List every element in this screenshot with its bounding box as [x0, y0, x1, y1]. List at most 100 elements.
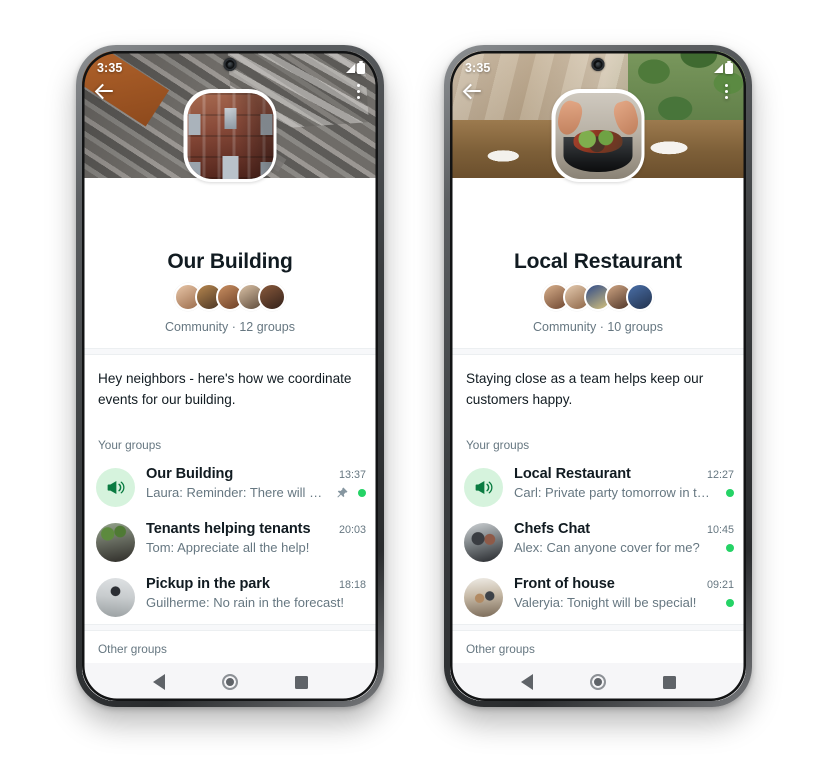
group-name: Our Building — [146, 466, 234, 483]
community-photo[interactable] — [183, 89, 277, 182]
front-camera — [591, 58, 605, 71]
group-row-top: Tenants helping tenants 20:03 — [146, 521, 366, 537]
nav-home-icon[interactable] — [221, 674, 238, 690]
group-name: Tenants helping tenants — [146, 521, 311, 538]
group-row-top: Front of house 09:21 — [514, 576, 734, 592]
battery-icon — [357, 60, 365, 74]
content-scroll-left[interactable]: Our Building Community · 12 groups Hey nei… — [82, 178, 378, 701]
kebab-dot — [724, 95, 728, 99]
group-row[interactable]: Our Building 13:37 Laura: Reminder: There … — [82, 459, 378, 514]
nav-back-icon[interactable] — [520, 674, 533, 690]
kebab-menu-icon[interactable] — [349, 80, 367, 102]
community-meta: Community · 12 groups — [165, 320, 295, 335]
group-timestamp: 20:03 — [338, 524, 366, 537]
community-photo-image — [555, 92, 641, 179]
group-row[interactable]: Pickup in the park 18:18 Guilherme: No rai… — [82, 569, 378, 624]
content-inner: Local Restaurant Community · 10 groups Sta… — [450, 178, 746, 701]
back-arrow-icon[interactable] — [462, 80, 484, 102]
group-row[interactable]: Chefs Chat 10:45 Alex: Can anyone cover fo… — [450, 514, 746, 569]
nav-home-icon[interactable] — [589, 674, 606, 690]
group-row-bottom: Laura: Reminder: There will be … — [146, 485, 366, 500]
announcement-avatar — [464, 468, 503, 508]
group-row-bottom: Valeryia: Tonight will be special! — [514, 595, 734, 610]
nav-recent-icon[interactable] — [294, 675, 308, 689]
kebab-dot — [356, 83, 360, 87]
group-timestamp: 10:45 — [706, 524, 734, 537]
section-divider — [82, 348, 378, 356]
section-divider — [450, 348, 746, 356]
group-avatar — [96, 578, 135, 618]
group-row-top: Local Restaurant 12:27 — [514, 466, 734, 482]
section-divider — [82, 624, 378, 632]
community-photo[interactable] — [551, 89, 645, 182]
group-timestamp: 09:21 — [706, 579, 734, 592]
group-last-message: Tom: Appreciate all the help! — [146, 540, 310, 556]
group-row-top: Pickup in the park 18:18 — [146, 576, 366, 592]
community-description: Staying close as a team helps keep our c… — [450, 355, 746, 428]
group-list: Local Restaurant 12:27 Carl: Private party… — [450, 459, 746, 625]
community-description: Hey neighbors - here's how we coordinate… — [82, 355, 378, 428]
group-last-message: Alex: Can anyone cover for me? — [514, 540, 700, 556]
avatar — [258, 283, 286, 312]
phone-left: 3:35 Our Building Community · 12 groups Hey… — [76, 45, 384, 707]
group-name: Pickup in the park — [146, 576, 270, 593]
group-last-message: Laura: Reminder: There will be … — [146, 485, 327, 501]
signal-icon — [714, 63, 723, 73]
system-nav-bar — [82, 663, 378, 701]
kebab-dot — [356, 89, 360, 93]
group-row-bottom: Alex: Can anyone cover for me? — [514, 540, 734, 555]
community-title: Our Building — [167, 250, 293, 273]
group-last-message: Valeryia: Tonight will be special! — [514, 595, 697, 611]
nav-recent-icon[interactable] — [662, 675, 676, 689]
screenshot-stage: 3:35 Our Building Community · 12 groups Hey… — [0, 0, 828, 758]
system-nav-bar — [450, 663, 746, 701]
group-timestamp: 13:37 — [338, 469, 366, 482]
group-row-body: Local Restaurant 12:27 Carl: Private party… — [503, 466, 734, 500]
group-row-body: Tenants helping tenants 20:03 Tom: Appreci… — [135, 521, 366, 555]
group-row[interactable]: Front of house 09:21 Valeryia: Tonight wil… — [450, 569, 746, 624]
group-list: Our Building 13:37 Laura: Reminder: There … — [82, 459, 378, 625]
kebab-menu-icon[interactable] — [717, 80, 735, 102]
group-row-bottom: Tom: Appreciate all the help! — [146, 540, 366, 555]
group-avatar — [96, 523, 135, 563]
group-row-top: Our Building 13:37 — [146, 466, 366, 482]
camera-lens — [595, 61, 601, 68]
camera-lens — [227, 61, 233, 68]
group-row[interactable]: Local Restaurant 12:27 Carl: Private party… — [450, 459, 746, 514]
section-label-your-groups: Your groups — [450, 427, 746, 460]
group-row-bottom: Guilherme: No rain in the forecast! — [146, 595, 366, 610]
nav-back-icon[interactable] — [152, 674, 165, 690]
group-avatar — [464, 578, 503, 618]
back-arrow-icon[interactable] — [94, 80, 116, 102]
community-profile: Local Restaurant Community · 10 groups — [450, 230, 746, 349]
status-time: 3:35 — [465, 61, 491, 75]
announcement-avatar — [96, 468, 135, 508]
section-divider — [450, 624, 746, 632]
kebab-dot — [356, 95, 360, 99]
phone-screen-left: 3:35 Our Building Community · 12 groups Hey… — [82, 51, 378, 701]
status-time: 3:35 — [97, 61, 123, 75]
community-profile: Our Building Community · 12 groups — [82, 230, 378, 349]
group-row-body: Pickup in the park 18:18 Guilherme: No rai… — [135, 576, 366, 610]
group-name: Front of house — [514, 576, 615, 593]
group-row-body: Front of house 09:21 Valeryia: Tonight wil… — [503, 576, 734, 610]
group-row[interactable]: Tenants helping tenants 20:03 Tom: Appreci… — [82, 514, 378, 569]
kebab-dot — [724, 89, 728, 93]
food-hands — [555, 93, 641, 179]
group-row-top: Chefs Chat 10:45 — [514, 521, 734, 537]
group-avatar — [464, 523, 503, 563]
avatar — [626, 283, 654, 312]
community-photo-inner — [555, 92, 641, 179]
group-row-body: Our Building 13:37 Laura: Reminder: There … — [135, 466, 366, 500]
section-label-other-groups: Other groups — [450, 631, 746, 664]
unread-dot — [725, 488, 734, 498]
member-avatars[interactable] — [450, 283, 746, 312]
pin-icon — [327, 486, 349, 500]
content-scroll-right[interactable]: Local Restaurant Community · 10 groups Sta… — [450, 178, 746, 701]
community-meta: Community · 10 groups — [533, 320, 663, 335]
unread-dot — [725, 598, 734, 608]
group-name: Chefs Chat — [514, 521, 591, 538]
group-timestamp: 18:18 — [338, 579, 366, 592]
community-title: Local Restaurant — [514, 250, 682, 273]
member-avatars[interactable] — [82, 283, 378, 312]
